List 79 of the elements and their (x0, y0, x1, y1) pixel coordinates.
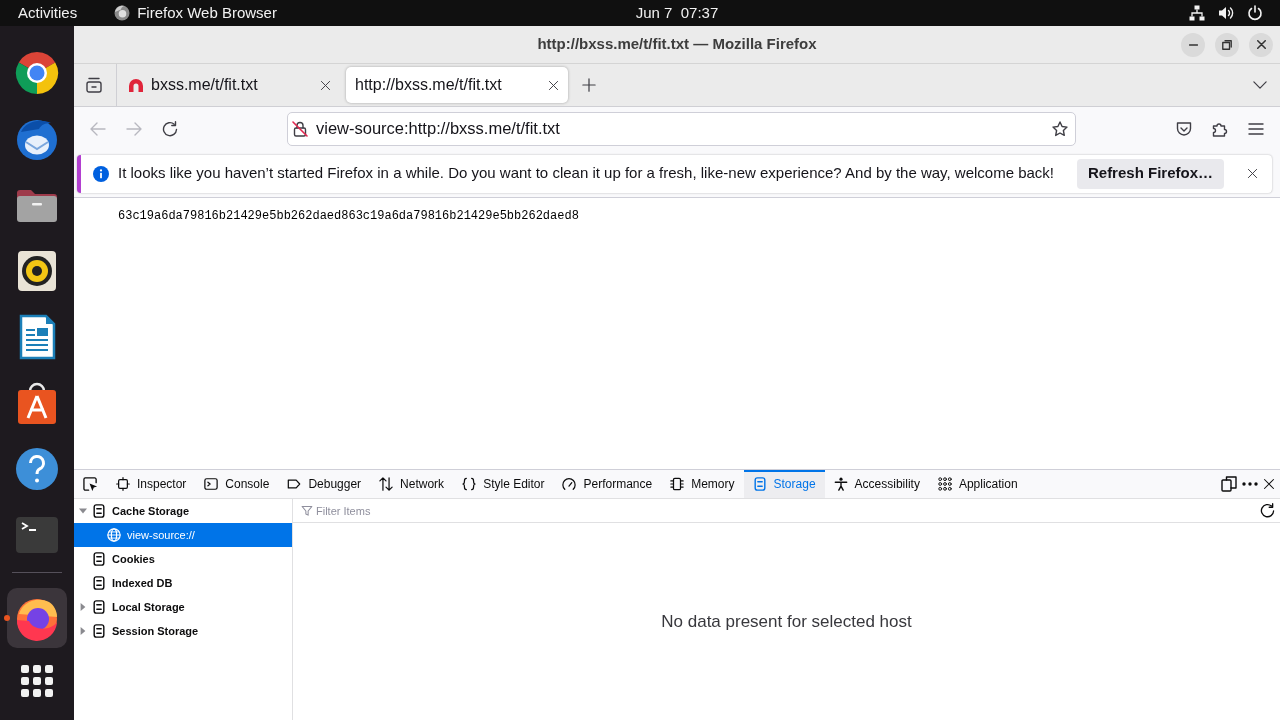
shield-chevron-icon[interactable] (1176, 120, 1192, 137)
circle-logo-icon[interactable] (7, 588, 67, 648)
running-dot-icon (4, 615, 10, 621)
devtools-tab[interactable]: Storage (743, 470, 825, 498)
plus-icon[interactable] (582, 78, 596, 92)
browser-icon[interactable] (14, 50, 60, 96)
filter-icon (301, 504, 313, 517)
star-icon[interactable] (1052, 120, 1068, 137)
page-text: 63c19a6da79816b21429e5bb262daed863c19a6da79816b21429e5bb262daed8 (118, 208, 580, 225)
devtools-tab[interactable]: Debugger (278, 470, 371, 498)
tree-item[interactable]: view-source:// (74, 523, 292, 547)
close-icon[interactable] (1247, 168, 1258, 179)
storage-icon (92, 576, 106, 590)
circle-logo-icon (114, 5, 131, 21)
help-icon[interactable] (14, 446, 60, 492)
stacked-box-icon[interactable] (86, 77, 102, 93)
app-menu-button[interactable]: Firefox Web Browser (114, 3, 277, 23)
globe-icon (107, 528, 121, 542)
caret-right-icon[interactable] (80, 603, 86, 611)
reload-icon[interactable] (1260, 503, 1275, 518)
notification-message: It looks like you haven’t started Firefox in a while. Do you want to clean it up for a fresh, like-new experience? And by the way, welcome back! (118, 163, 1055, 184)
lock-slashed-icon[interactable] (292, 120, 308, 137)
devtools-tab[interactable]: Memory (661, 470, 744, 498)
info-icon (93, 165, 109, 182)
maximize-button[interactable] (1215, 32, 1239, 57)
close-icon[interactable] (1263, 478, 1275, 490)
storage-icon (752, 477, 767, 491)
browser-tab[interactable]: http://bxss.me/t/fit.txt (346, 67, 568, 103)
storage-icon (92, 504, 106, 518)
power-icon[interactable] (1247, 5, 1263, 21)
devtools-tab[interactable]: Inspector (107, 470, 196, 498)
caret-right-icon[interactable] (80, 627, 86, 635)
devtools-tab[interactable]: Accessibility (824, 470, 929, 498)
empty-message: No data present for selected host (661, 610, 912, 633)
menu-icon[interactable] (1248, 120, 1264, 137)
puzzle-icon[interactable] (1212, 120, 1228, 137)
tree-item[interactable]: Indexed DB (74, 571, 292, 595)
tree-item[interactable]: Cookies (74, 547, 292, 571)
close-icon[interactable] (320, 79, 331, 91)
dot-grid-icon (937, 477, 952, 491)
tree-item[interactable]: Local Storage (74, 595, 292, 619)
tag-icon (287, 477, 302, 491)
close-icon (1256, 40, 1266, 49)
reload-icon[interactable] (162, 120, 178, 137)
browser-tab[interactable]: bxss.me/t/fit.txt (118, 67, 340, 103)
storage-icon (92, 552, 106, 566)
clock-button[interactable]: Jun 7 07:37 (635, 3, 719, 23)
square-crosshair-icon (116, 477, 130, 491)
devtools-tab[interactable]: Network (370, 470, 454, 498)
close-button[interactable] (1249, 32, 1273, 57)
braces-icon (462, 477, 477, 491)
tree-item[interactable]: Cache Storage (74, 499, 292, 523)
refresh-button[interactable]: Refresh Firefox… (1076, 158, 1224, 189)
url-field[interactable]: view-source:http://bxss.me/t/fit.txt (287, 111, 1076, 146)
storage-icon (92, 624, 106, 638)
panes-icon[interactable] (1221, 476, 1237, 492)
devtools-tab[interactable]: Style Editor (453, 470, 554, 498)
activities-button[interactable]: Activities (18, 3, 78, 23)
app-grid-icon[interactable] (21, 665, 53, 697)
minimize-icon (1188, 43, 1198, 46)
window-title: http://bxss.me/t/fit.txt — Mozilla Firefox (537, 34, 817, 55)
devtools-tab[interactable]: Application (928, 470, 1027, 498)
filter-field[interactable]: Filter Items (316, 500, 1257, 521)
minimize-button[interactable] (1181, 32, 1205, 57)
devtools-tab[interactable]: Performance (553, 470, 662, 498)
tree-item[interactable]: Session Storage (74, 619, 292, 643)
chip-icon (670, 477, 685, 491)
volume-icon[interactable] (1218, 5, 1234, 21)
close-icon[interactable] (548, 79, 559, 91)
person-icon (833, 477, 848, 491)
up-down-arrows-icon (379, 477, 394, 491)
caret-down-icon[interactable] (79, 508, 87, 514)
maximize-icon (1222, 39, 1232, 50)
devtools-tab[interactable]: Console (195, 470, 279, 498)
network-icon[interactable] (1189, 5, 1205, 21)
gauge-icon (562, 477, 577, 491)
prompt-box-icon (204, 477, 219, 491)
cursor-box-icon[interactable] (82, 476, 98, 492)
storage-icon (92, 600, 106, 614)
